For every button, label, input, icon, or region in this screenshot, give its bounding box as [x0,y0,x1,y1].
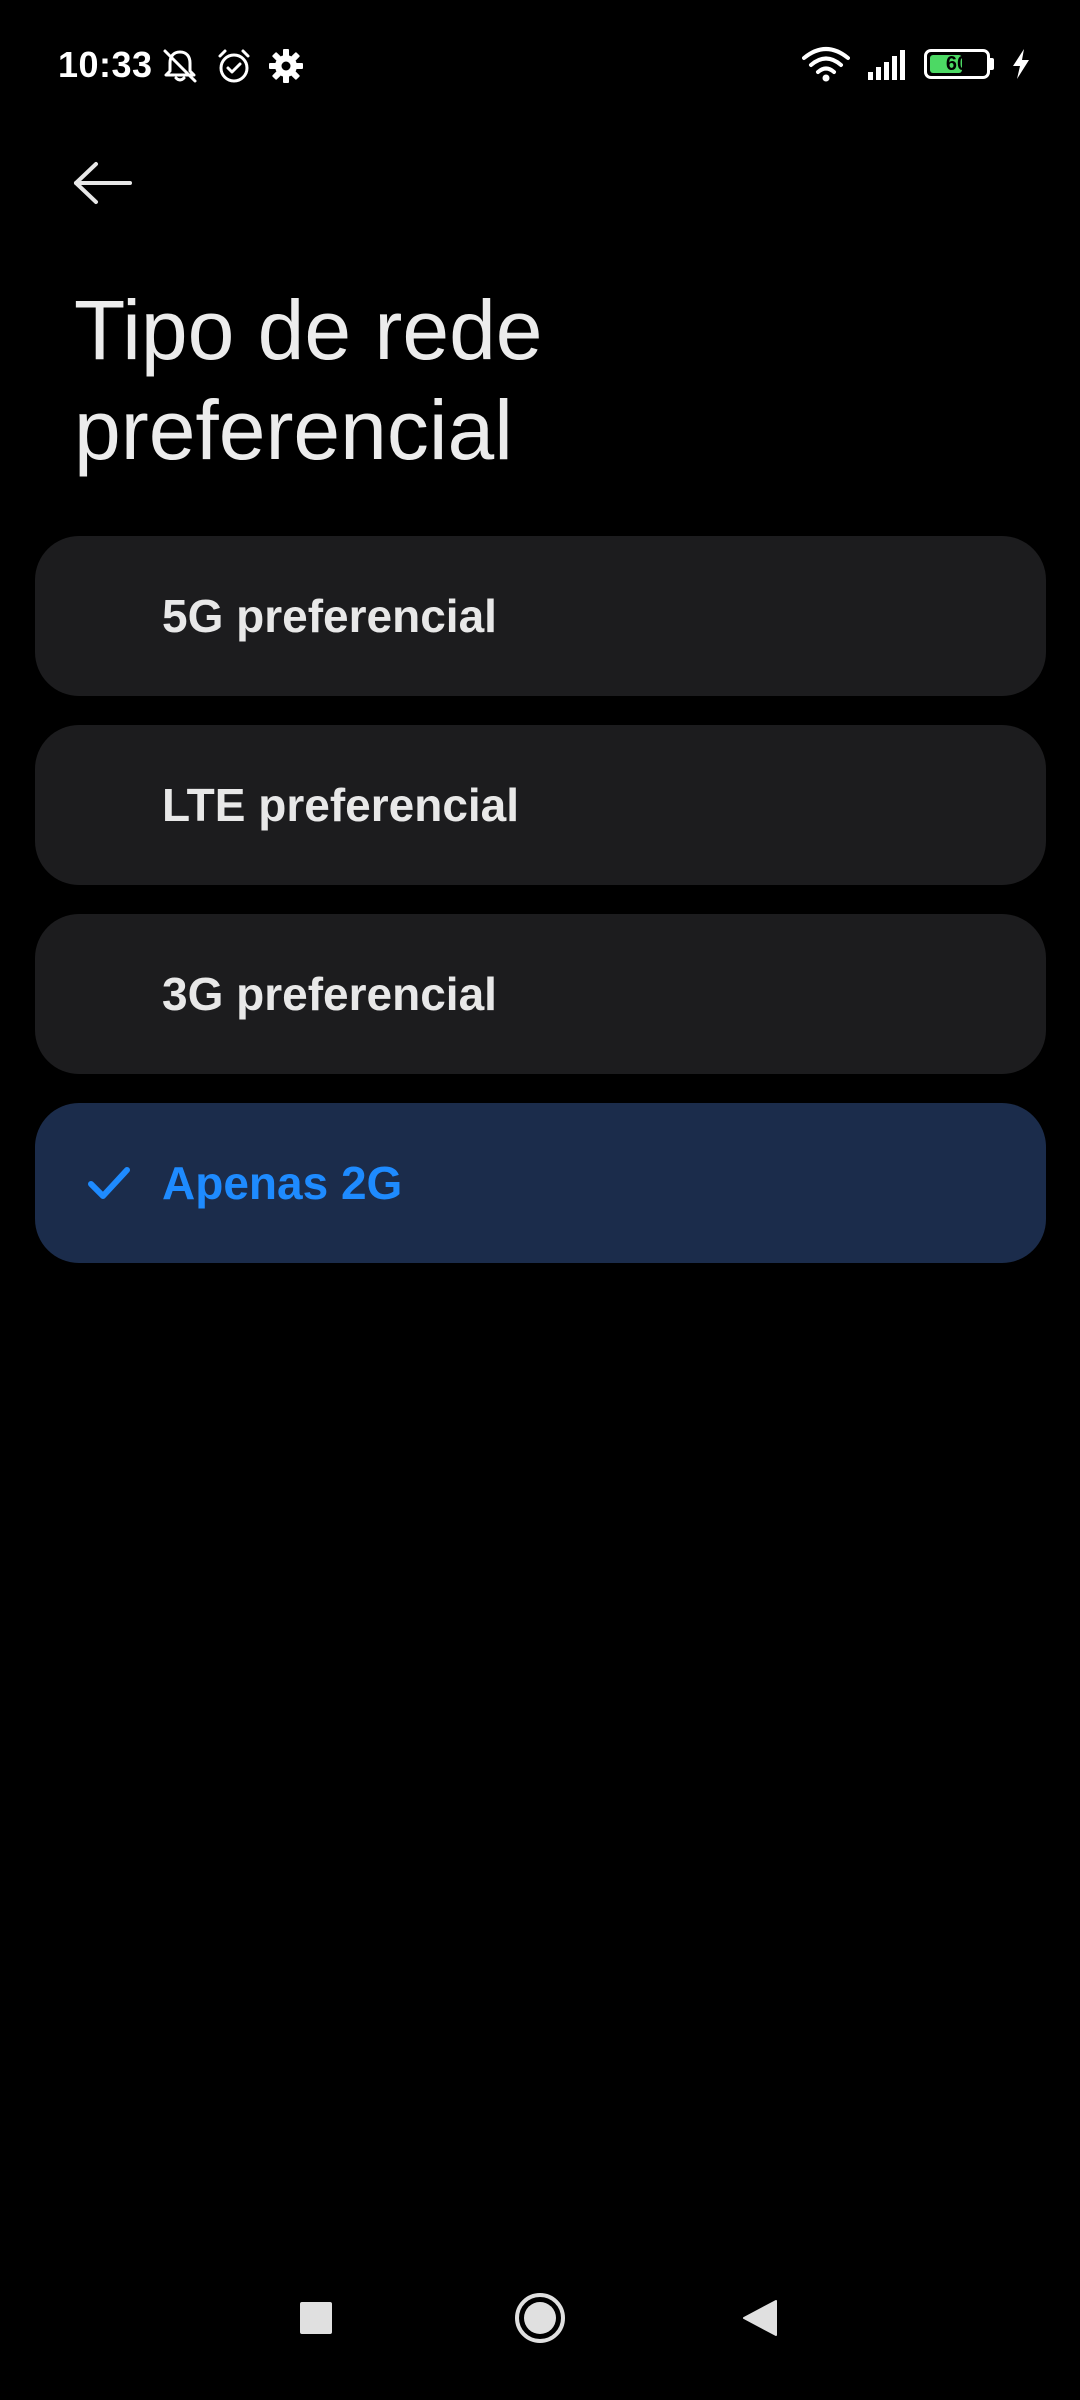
option-label: LTE preferencial [162,779,520,831]
page-title: Tipo de rede preferencial [74,283,543,477]
cellular-signal-icon [866,48,908,80]
battery-icon: 60 [924,49,994,79]
battery-level: 60 [945,52,969,75]
option-lte-preferred[interactable]: LTE preferencial [35,725,1046,885]
option-label: 3G preferencial [162,968,497,1020]
nav-back-button[interactable] [720,2280,800,2360]
option-label: Apenas 2G [162,1157,403,1209]
option-5g-preferred[interactable]: 5G preferencial [35,536,1046,696]
checkmark-icon [83,1157,135,1209]
charging-bolt-icon [1010,48,1032,80]
status-left-icons [160,46,304,86]
back-button[interactable] [72,150,162,220]
status-bar: 10:33 60 [0,0,1080,130]
settings-gear-icon [268,48,304,84]
arrow-left-icon [72,160,134,211]
notifications-off-icon [160,46,200,86]
home-button[interactable] [500,2280,580,2360]
status-time: 10:33 [58,44,153,85]
recents-button[interactable] [276,2280,356,2360]
option-2g-only[interactable]: Apenas 2G [35,1103,1046,1263]
status-right-icons: 60 [802,46,1032,82]
battery-cap [990,58,994,70]
wifi-icon [802,46,850,82]
home-circle-icon [513,2291,567,2350]
alarm-icon [214,46,254,86]
network-type-options: 5G preferencial LTE preferencial 3G pref… [35,536,1046,1263]
back-triangle-icon [740,2298,780,2343]
navigation-bar [0,2260,1080,2400]
recents-square-icon [298,2300,334,2341]
option-3g-preferred[interactable]: 3G preferencial [35,914,1046,1074]
battery-body: 60 [924,49,990,79]
option-label: 5G preferencial [162,590,497,642]
